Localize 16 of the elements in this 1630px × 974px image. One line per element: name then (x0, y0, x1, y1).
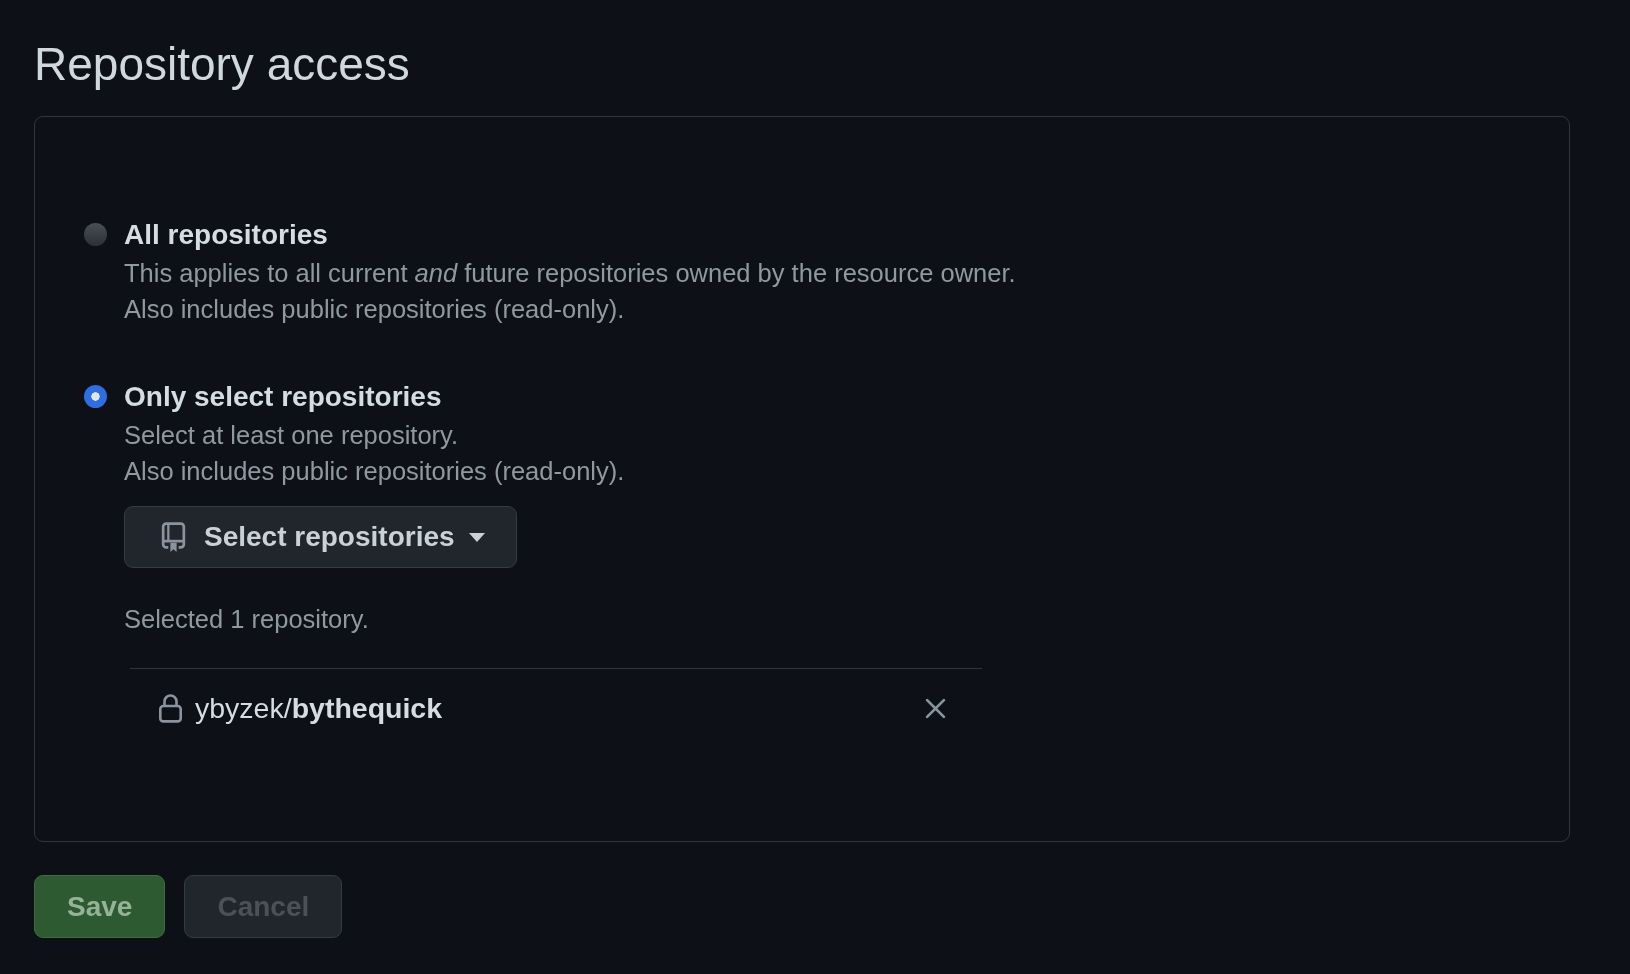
page-title: Repository access (34, 37, 410, 92)
radio-button[interactable] (84, 385, 107, 408)
option-label: All repositories (124, 218, 328, 252)
option-description: Also includes public repositories (read-only). (124, 456, 625, 487)
radio-button[interactable] (84, 223, 107, 246)
option-description: Select at least one repository. (124, 420, 459, 451)
remove-button[interactable] (925, 697, 946, 719)
option-description: This applies to all current and future repositories owned by the resource owner. (124, 258, 1016, 289)
caret-icon (468, 532, 485, 542)
selection-summary: Selected 1 repository. (124, 604, 369, 635)
option-description: Also includes public repositories (read-only). (124, 294, 625, 325)
select-repositories-dropdown[interactable]: Select repositories (124, 506, 517, 568)
option-label: Only select repositories (124, 380, 442, 414)
book-icon (161, 522, 186, 552)
close-icon (925, 697, 946, 719)
repository-name: ybyzek/bythequick (195, 691, 443, 725)
